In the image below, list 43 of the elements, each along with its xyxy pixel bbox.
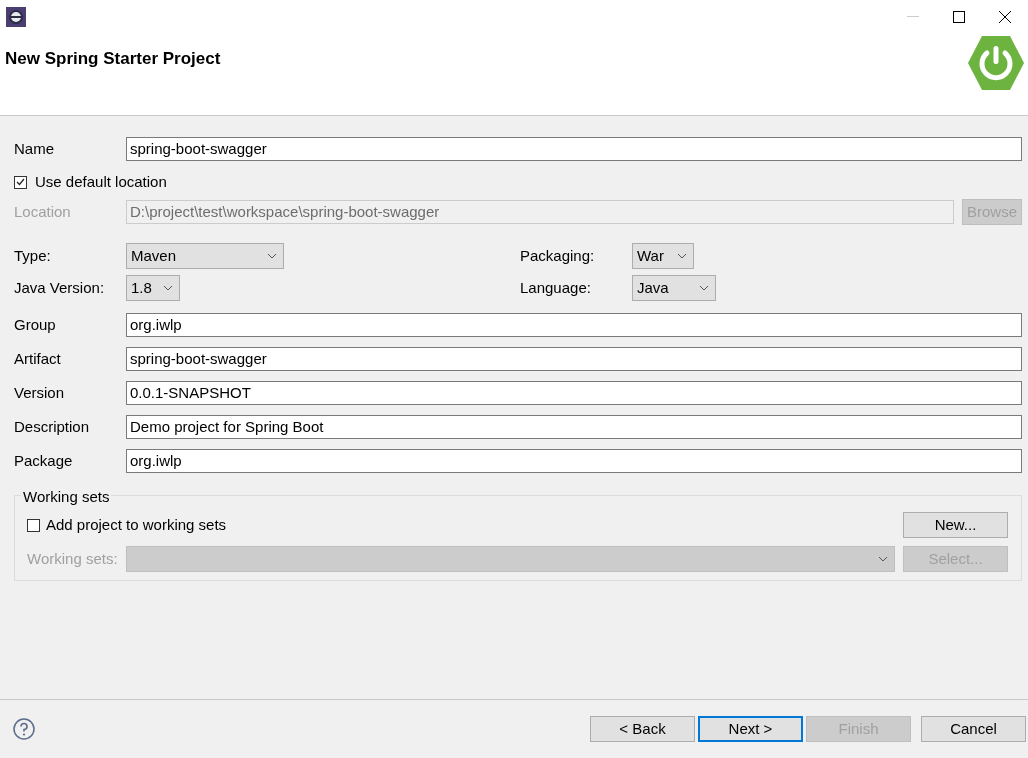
caret-icon xyxy=(699,285,709,291)
field-label: Group xyxy=(14,314,57,335)
caret-icon xyxy=(163,285,173,291)
field-label: Language: xyxy=(520,277,592,298)
dropdown[interactable]: War xyxy=(632,243,694,269)
close-icon xyxy=(999,11,1011,23)
app-icon xyxy=(6,7,26,27)
field-label: Name xyxy=(14,138,55,159)
field-label: Java Version: xyxy=(14,277,106,298)
field-label: Version xyxy=(14,382,66,403)
dialog-button[interactable]: Next > xyxy=(698,716,803,742)
dropdown[interactable]: 1.8 xyxy=(126,275,180,301)
field-label: Working sets: xyxy=(27,548,118,569)
field-label: Location xyxy=(14,201,72,222)
dialog-button[interactable]: < Back xyxy=(590,716,695,742)
field-label: Description xyxy=(14,416,91,437)
field-label: Artifact xyxy=(14,348,62,369)
power-logo-icon xyxy=(968,34,1024,92)
checkbox-row[interactable]: Use default location xyxy=(14,171,1022,193)
input-field[interactable]: spring-boot-swagger xyxy=(126,137,1022,161)
dialog-title: New Spring Starter Project xyxy=(5,48,221,70)
check-icon xyxy=(16,178,25,186)
input-field[interactable]: org.iwlp xyxy=(126,449,1022,473)
maximize-icon xyxy=(953,11,965,23)
input-field[interactable]: 0.0.1-SNAPSHOT xyxy=(126,381,1022,405)
field-label: Packaging: xyxy=(520,245,596,266)
caret-icon xyxy=(677,253,687,259)
input-field[interactable]: spring-boot-swagger xyxy=(126,347,1022,371)
dropdown[interactable]: Maven xyxy=(126,243,284,269)
checkbox-row[interactable]: Add project to working sets xyxy=(27,513,227,537)
dropdown[interactable]: Java xyxy=(632,275,716,301)
checkbox[interactable] xyxy=(14,175,27,189)
caret-icon xyxy=(267,253,277,259)
checkbox[interactable] xyxy=(27,518,40,532)
field-label: Package xyxy=(14,450,74,471)
input-field[interactable]: Demo project for Spring Boot xyxy=(126,415,1022,439)
minimize-icon xyxy=(907,16,919,18)
input-field[interactable]: org.iwlp xyxy=(126,313,1022,337)
caret-icon xyxy=(878,556,888,562)
field-label: Type: xyxy=(14,245,52,266)
help-icon xyxy=(13,718,35,740)
dialog-button[interactable]: Cancel xyxy=(921,716,1026,742)
dialog-button[interactable]: New... xyxy=(903,512,1008,538)
